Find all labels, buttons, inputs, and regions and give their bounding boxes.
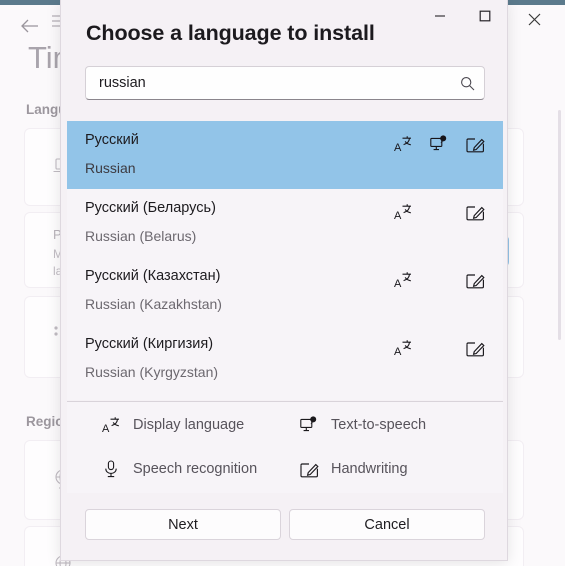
dialog-caption-buttons	[417, 0, 507, 32]
language-capability-icons: A	[385, 267, 493, 293]
legend-label: Text-to-speech	[331, 417, 427, 433]
page-scrollbar[interactable]	[558, 110, 561, 340]
language-english-name: Russian (Belarus)	[85, 228, 197, 244]
language-english-name: Russian (Kazakhstan)	[85, 296, 222, 312]
text-to-speech-icon	[421, 131, 457, 157]
close-icon[interactable]	[513, 4, 555, 34]
legend-label: Display language	[133, 417, 245, 433]
display-language-icon: A	[385, 131, 421, 157]
back-arrow-icon[interactable]	[12, 12, 46, 40]
language-native-name: Русский (Беларусь)	[85, 200, 216, 216]
display-language-icon: A	[385, 199, 421, 225]
legend-item: Speech recognition	[101, 458, 257, 480]
search-icon[interactable]	[450, 67, 484, 99]
language-english-name: Russian (Kyrgyzstan)	[85, 364, 219, 380]
svg-text:A: A	[102, 423, 110, 434]
display-language-icon: A	[101, 414, 121, 436]
language-native-name: Русский	[85, 132, 139, 148]
display-language-icon: A	[385, 335, 421, 361]
language-capability-icons: A	[385, 131, 493, 157]
svg-text:A: A	[394, 210, 402, 221]
search-box[interactable]	[85, 66, 485, 100]
handwriting-icon	[457, 199, 493, 225]
legend-label: Handwriting	[331, 461, 408, 477]
handwriting-icon	[457, 335, 493, 361]
dialog-title: Choose a language to install	[86, 21, 375, 45]
minimize-icon[interactable]	[417, 0, 462, 32]
language-list-item[interactable]: Русский (Беларусь) Russian (Belarus) A	[67, 189, 503, 257]
language-native-name: Русский (Казахстан)	[85, 268, 221, 284]
svg-text:A: A	[394, 278, 402, 289]
legend-item: Handwriting	[299, 458, 408, 480]
language-list-item[interactable]: Русский (Киргизия) Russian (Kyrgyzstan) A	[67, 325, 503, 393]
display-language-icon: A	[385, 267, 421, 293]
cancel-button[interactable]: Cancel	[289, 509, 485, 540]
language-native-name: Русский (Киргизия)	[85, 336, 214, 352]
language-list-item[interactable]: Русский (Казахстан) Russian (Kazakhstan) A	[67, 257, 503, 325]
handwriting-icon	[299, 458, 319, 480]
language-list[interactable]: Русский Russian A Русский (Беларусь) Russian…	[67, 121, 503, 400]
language-list-item[interactable]: Русский Russian A	[67, 121, 503, 189]
legend-item: A Display language	[101, 414, 244, 436]
legend-label: Speech recognition	[133, 461, 258, 477]
search-input[interactable]	[86, 75, 450, 91]
legend-item: Text-to-speech	[299, 414, 426, 436]
language-capability-icons: A	[385, 335, 493, 361]
text-to-speech-icon	[299, 414, 319, 436]
capability-legend: A Display language Text-to-speech Speech re…	[67, 401, 503, 493]
language-english-name: Russian	[85, 160, 136, 176]
handwriting-icon	[457, 267, 493, 293]
next-button[interactable]: Next	[85, 509, 281, 540]
handwriting-icon	[457, 131, 493, 157]
svg-text:A: A	[394, 346, 402, 357]
maximize-icon[interactable]	[462, 0, 507, 32]
language-capability-icons: A	[385, 199, 493, 225]
microphone-icon	[101, 458, 121, 480]
svg-text:A: A	[394, 142, 402, 153]
choose-language-dialog: Choose a language to install Русский Russ…	[60, 0, 508, 561]
